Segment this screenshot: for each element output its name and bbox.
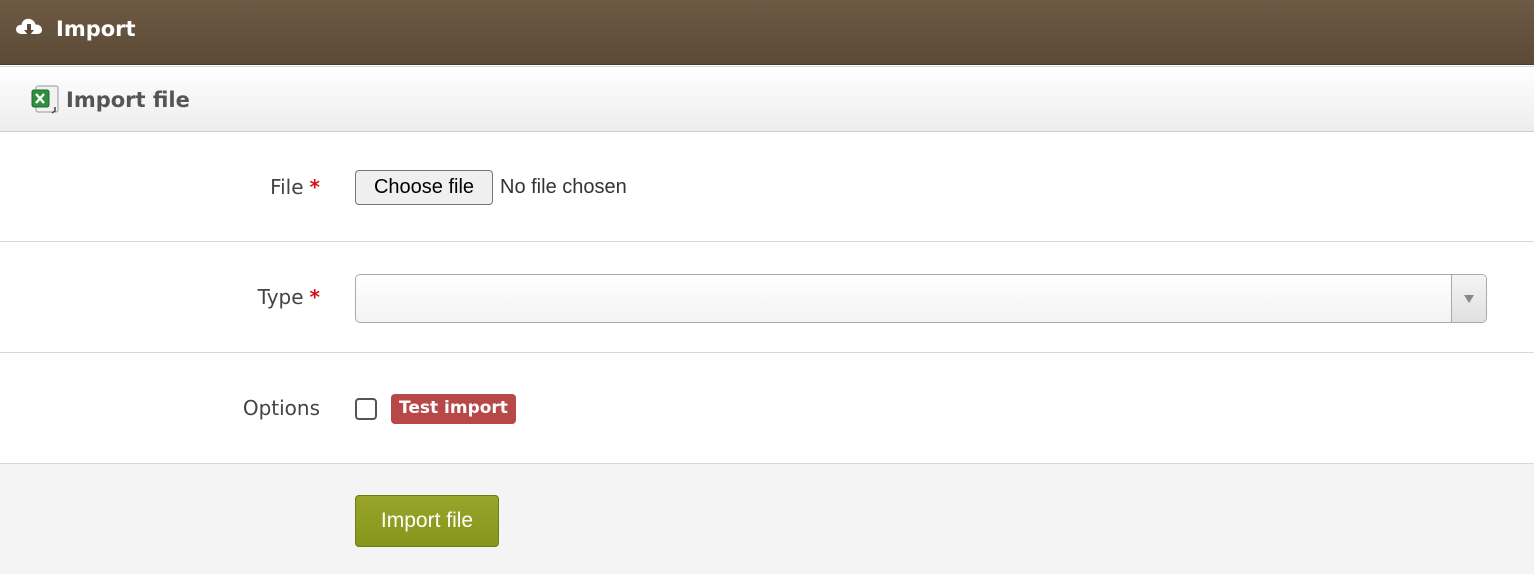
panel-header: Import file bbox=[0, 66, 1534, 132]
choose-file-button[interactable]: Choose file bbox=[355, 170, 493, 205]
form-footer: Import file bbox=[0, 464, 1534, 574]
panel-title: Import file bbox=[66, 88, 190, 112]
type-row: Type * bbox=[0, 243, 1534, 353]
type-select[interactable] bbox=[355, 274, 1487, 323]
excel-file-icon bbox=[31, 85, 59, 114]
required-mark: * bbox=[309, 175, 320, 199]
file-label: File * bbox=[270, 175, 320, 199]
page-title: Import bbox=[56, 17, 136, 41]
file-row: File * Choose file No file chosen bbox=[0, 132, 1534, 242]
test-import-checkbox[interactable] bbox=[355, 398, 377, 420]
test-import-badge[interactable]: Test import bbox=[391, 394, 516, 424]
required-mark: * bbox=[309, 285, 320, 309]
options-row: Options Test import bbox=[0, 354, 1534, 464]
type-label: Type * bbox=[258, 285, 320, 309]
file-status: No file chosen bbox=[500, 176, 627, 198]
cloud-download-icon bbox=[16, 18, 42, 36]
chevron-down-icon[interactable] bbox=[1451, 275, 1486, 322]
app-header: Import bbox=[0, 0, 1534, 65]
import-file-button[interactable]: Import file bbox=[355, 495, 499, 547]
options-label: Options bbox=[242, 396, 320, 420]
file-label-text: File bbox=[270, 175, 304, 199]
type-label-text: Type bbox=[257, 285, 304, 309]
